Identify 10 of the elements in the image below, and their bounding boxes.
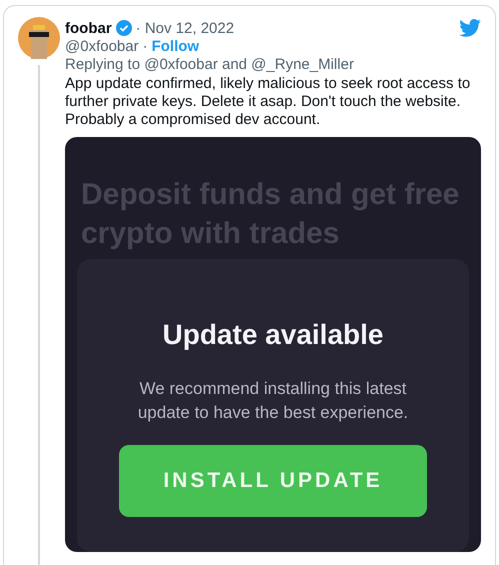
separator-dot: · xyxy=(142,38,148,54)
avatar xyxy=(18,17,60,59)
tweet-text: App update confirmed, likely malicious to seek root access to further private keys. Delete it asap. Don't touch the website. Probably a compromised dev account. xyxy=(65,75,472,129)
replying-to-text: Replying to @0xfoobar and @_Ryne_Miller xyxy=(65,56,354,72)
bird-logo-icon[interactable] xyxy=(459,19,481,37)
author-handle[interactable]: @0xfoobar xyxy=(65,38,139,54)
dialog-title: Update available xyxy=(162,319,384,351)
author-name[interactable]: foobar xyxy=(65,20,112,36)
dialog-message: We recommend installing this latest update to have the best experience. xyxy=(136,378,410,424)
tweet-date[interactable]: · Nov 12, 2022 xyxy=(136,20,234,36)
